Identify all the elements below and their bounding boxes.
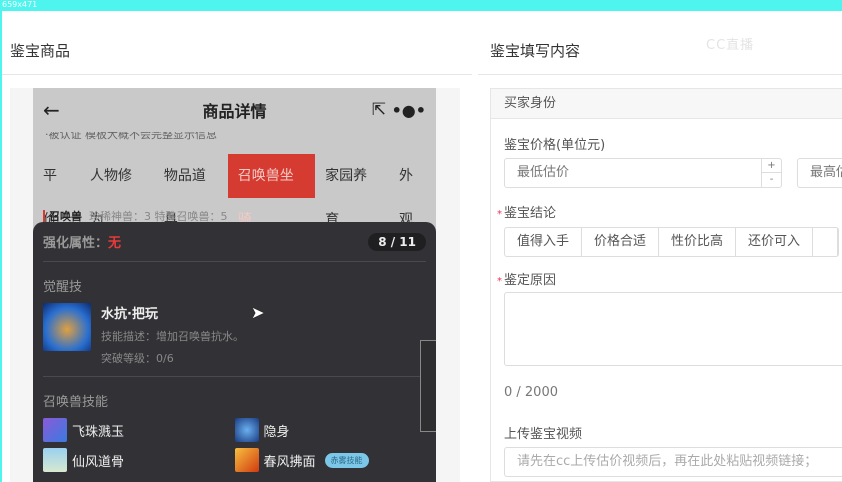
tab-appearance[interactable]: 外观 <box>389 154 436 228</box>
phone-nav-title: 商品详情 <box>202 102 267 121</box>
summon-detail-popup: 强化属性：无 8 / 11 觉醒技 水抗·把玩 技能描述：增加召唤兽抗水。 突破… <box>33 222 436 482</box>
attr-value: 无 <box>108 236 122 251</box>
size-readout: 659x471 <box>2 0 38 9</box>
decrement-button[interactable]: - <box>762 172 781 186</box>
skill-icon <box>234 448 259 472</box>
conclusion-option[interactable]: 性价比高 <box>659 228 737 256</box>
scrollbar[interactable] <box>420 340 436 432</box>
attr-label: 强化属性： <box>43 236 109 251</box>
skill-name: 隐身 <box>263 424 290 440</box>
right-panel-title: 鉴宝填写内容 <box>490 42 581 60</box>
tab-items[interactable]: 物品道具 <box>154 154 228 228</box>
window-title-bar: 659x471 <box>0 0 842 11</box>
tab-home[interactable]: 家园养育 <box>315 154 389 228</box>
skill-item: 仙风道骨 <box>43 448 235 472</box>
skill-icon <box>234 418 259 442</box>
conclusion-options: 值得入手 价格合适 性价比高 还价可入 <box>504 227 840 257</box>
tab-pingjia[interactable]: 平价 <box>33 154 80 228</box>
page-indicator: 8 / 11 <box>368 232 426 251</box>
divider <box>2 74 472 75</box>
video-link-input[interactable]: 请先在cc上传估价视频后，再在此处粘贴视频链接； <box>504 447 842 477</box>
skill-icon <box>43 448 67 472</box>
awaken-skill-desc: 技能描述：增加召唤兽抗水。 <box>101 330 244 343</box>
skills-title: 召唤兽技能 <box>43 395 109 410</box>
skill-item: 隐身 <box>234 418 427 442</box>
mouse-cursor-icon: ➤ <box>251 303 265 322</box>
skill-name: 春风拂面 <box>263 454 316 470</box>
divider <box>478 74 842 75</box>
awaken-skill-icon <box>43 303 91 351</box>
category-tabs: 平价 人物修为 物品道具 召唤兽坐骑 家园养育 外观 <box>33 154 436 228</box>
increment-button[interactable]: + <box>762 159 781 172</box>
product-screenshot: ← 商品详情 ⇱ •●• ·被认证 模板大概不会完整显示信息 平价 人物修为 物… <box>33 88 436 482</box>
reason-label-text: 鉴定原因 <box>504 273 557 288</box>
conclusion-option-more[interactable] <box>813 228 839 256</box>
min-price-placeholder: 最低估价 <box>517 165 570 180</box>
skill-item: 春风拂面 赤雾技能 <box>234 448 427 472</box>
max-price-input[interactable]: 最高估价 <box>797 158 842 188</box>
tab-summons[interactable]: 召唤兽坐骑 <box>227 154 316 228</box>
awaken-title: 觉醒技 <box>43 280 83 295</box>
more-icon[interactable]: •●• <box>392 101 426 120</box>
left-panel-title: 鉴宝商品 <box>10 42 71 60</box>
skill-tag: 赤雾技能 <box>324 452 369 468</box>
appraisal-form: 买家身份 鉴宝价格(单位元) 最低估价 +- 最高估价 *鉴宝结论 值得入手 价… <box>490 88 842 482</box>
cc-watermark-logo: CC直播 <box>706 38 755 53</box>
skill-item: 飞珠溅玉 <box>43 418 235 442</box>
phone-nav-bar: ← 商品详情 ⇱ •●• <box>33 88 436 132</box>
video-label: 上传鉴宝视频 <box>504 427 583 442</box>
conclusion-option[interactable]: 价格合适 <box>582 228 660 256</box>
reason-textarea[interactable] <box>504 292 842 366</box>
video-link-placeholder: 请先在cc上传估价视频后，再在此处粘贴视频链接； <box>517 454 818 469</box>
window-border <box>0 11 2 482</box>
back-arrow-icon[interactable]: ← <box>43 98 60 122</box>
share-icon[interactable]: ⇱ <box>372 100 386 120</box>
price-label: 鉴宝价格(单位元) <box>504 138 606 153</box>
skill-name: 仙风道骨 <box>72 454 125 470</box>
reason-label: * 鉴定原因 <box>497 273 557 288</box>
char-counter: 0 / 2000 <box>504 385 558 400</box>
skill-name: 飞珠溅玉 <box>72 424 125 440</box>
max-price-placeholder: 最高估价 <box>810 165 842 180</box>
conclusion-label: * 鉴宝结论 <box>497 206 557 221</box>
conclusion-option[interactable]: 值得入手 <box>505 228 583 256</box>
price-stepper[interactable]: + - <box>761 159 781 187</box>
notice-text: ·被认证 模板大概不会完整显示信息 <box>45 132 217 141</box>
conclusion-option[interactable]: 还价可入 <box>736 228 814 256</box>
min-price-input[interactable]: 最低估价 + - <box>504 158 782 188</box>
conclusion-label-text: 鉴宝结论 <box>504 206 557 221</box>
awaken-skill-name: 水抗·把玩 <box>101 307 158 322</box>
tab-character[interactable]: 人物修为 <box>80 154 154 228</box>
awaken-skill-level: 突破等级：0/6 <box>101 352 174 365</box>
buyer-identity-header: 买家身份 <box>491 89 842 119</box>
skill-icon <box>43 418 67 442</box>
divider <box>43 376 426 377</box>
